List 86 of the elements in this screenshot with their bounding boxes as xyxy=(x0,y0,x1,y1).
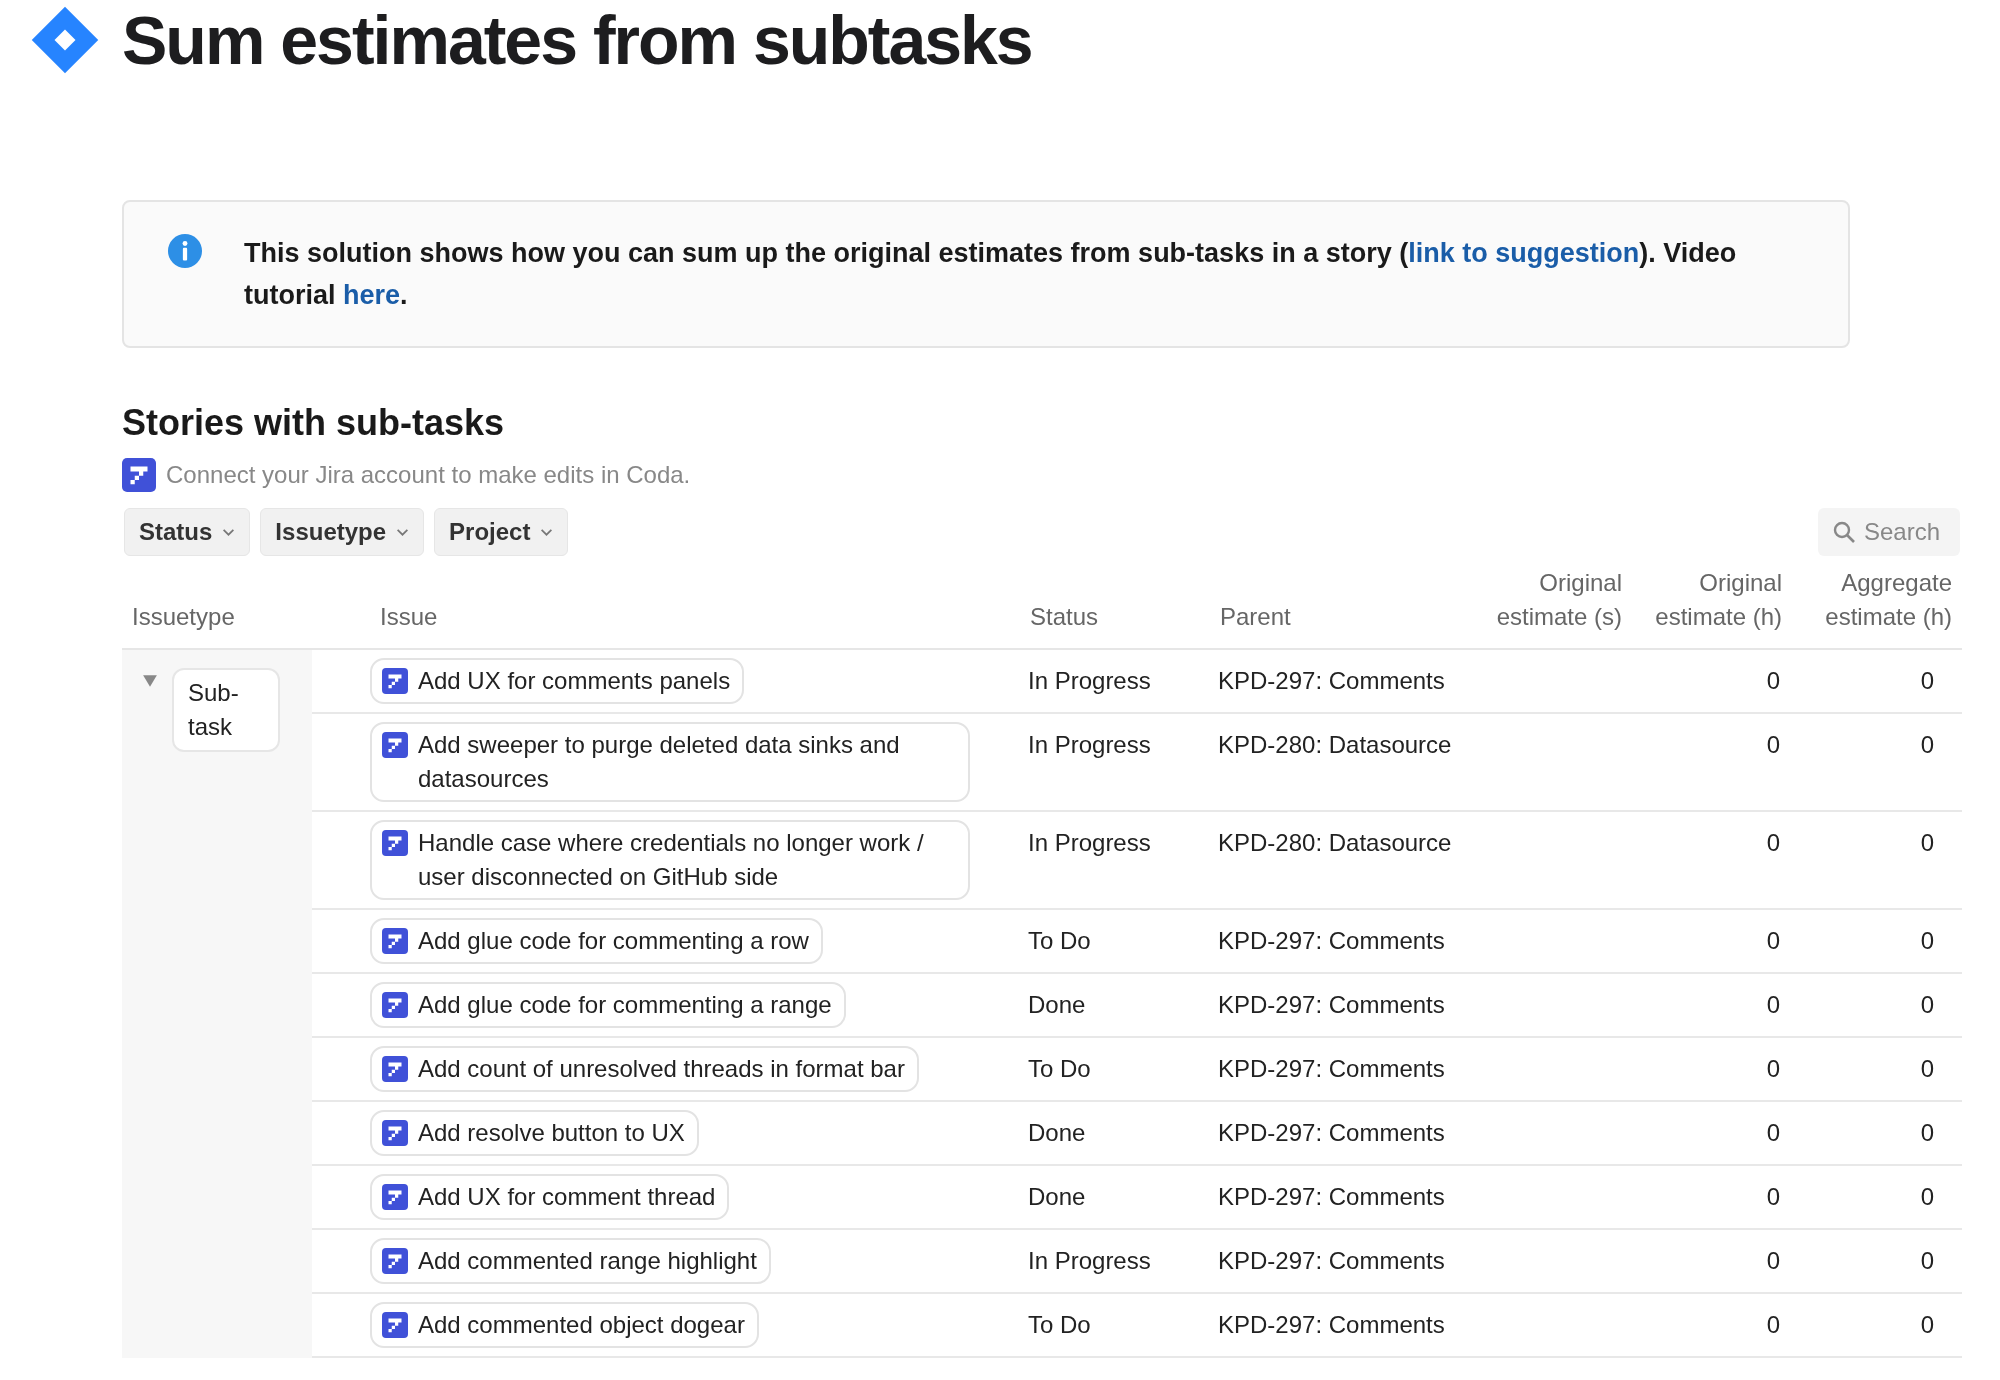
filter-dropdown[interactable]: Status xyxy=(124,508,251,556)
table-cell: 0 xyxy=(1766,1055,1780,1082)
table-cell: KPD-297: Comments xyxy=(1218,991,1445,1018)
table-cell: 0 xyxy=(1766,1183,1780,1210)
table-cell: 0 xyxy=(1920,1119,1934,1146)
info-icon xyxy=(168,234,202,268)
issue-chip[interactable]: Add resolve button to UX xyxy=(370,1110,699,1156)
link[interactable]: here xyxy=(343,280,401,310)
table-cell: 0 xyxy=(1766,927,1780,954)
table-cell: Done xyxy=(1028,991,1086,1018)
chevron-down-icon xyxy=(222,527,236,537)
filter-dropdown[interactable]: Issuetype xyxy=(260,508,425,556)
table-cell: 0 xyxy=(1766,1311,1780,1338)
table-cell: 0 xyxy=(1920,829,1934,856)
column-header: Status xyxy=(1030,603,1099,630)
jira-app-icon xyxy=(122,458,156,492)
column-header: Issue xyxy=(380,603,438,630)
table-cell: In Progress xyxy=(1028,829,1151,856)
table-cell: 0 xyxy=(1766,1247,1780,1274)
table-cell: 0 xyxy=(1766,731,1780,758)
search-icon xyxy=(1832,520,1856,544)
table-cell: In Progress xyxy=(1028,667,1151,694)
issue-chip[interactable]: Add commented range highlight xyxy=(370,1238,771,1284)
issue-chip[interactable]: Add UX for comments panels xyxy=(370,658,745,704)
search-field[interactable]: Search xyxy=(1818,508,1960,556)
table-cell: 0 xyxy=(1920,927,1934,954)
page-title: Sum estimates from subtasks xyxy=(122,1,1032,79)
section-heading: Stories with sub-tasks xyxy=(122,402,506,444)
jira-app-icon xyxy=(382,830,408,856)
table-cell: 0 xyxy=(1920,667,1934,694)
issue-chip[interactable]: Add count of unresolved threads in format bar xyxy=(370,1046,919,1092)
table-cell: To Do xyxy=(1028,1055,1091,1082)
table-cell: 0 xyxy=(1920,1311,1934,1338)
expand-toggle-icon[interactable] xyxy=(142,674,158,688)
table-cell: To Do xyxy=(1028,1311,1091,1338)
table-cell: KPD-297: Comments xyxy=(1218,1183,1445,1210)
table-cell: 0 xyxy=(1920,991,1934,1018)
table-cell: In Progress xyxy=(1028,731,1151,758)
table-cell: 0 xyxy=(1920,1055,1934,1082)
jira-app-icon xyxy=(382,732,408,758)
table-cell: 0 xyxy=(1766,667,1780,694)
chevron-down-icon xyxy=(396,527,410,537)
jira-app-icon xyxy=(382,1056,408,1082)
filter-dropdown[interactable]: Project xyxy=(434,508,569,556)
table-cell: 0 xyxy=(1920,731,1934,758)
column-header: Issuetype xyxy=(132,603,235,630)
table-cell: KPD-297: Comments xyxy=(1218,1247,1445,1274)
table-cell: KPD-297: Comments xyxy=(1218,1119,1445,1146)
column-header: Parent xyxy=(1220,603,1291,630)
table-cell: KPD-297: Comments xyxy=(1218,667,1445,694)
table-cell: 0 xyxy=(1766,991,1780,1018)
diamond-logo-icon xyxy=(30,5,100,75)
jira-app-icon xyxy=(382,928,408,954)
table-cell: KPD-297: Comments xyxy=(1218,1311,1445,1338)
group-label: Sub-task xyxy=(172,668,280,752)
column-header: Aggregate estimate (h) xyxy=(1825,569,1952,630)
table-cell: 0 xyxy=(1766,829,1780,856)
column-header: Original estimate (s) xyxy=(1496,569,1622,630)
issue-chip[interactable]: Add sweeper to purge deleted data sinks and datasources xyxy=(370,722,970,802)
jira-app-icon xyxy=(382,1184,408,1210)
jira-app-icon xyxy=(382,992,408,1018)
table-cell: KPD-280: Datasource xyxy=(1218,731,1452,758)
table-cell: KPD-297: Comments xyxy=(1218,1055,1445,1082)
table-cell: 0 xyxy=(1920,1247,1934,1274)
table-cell: Done xyxy=(1028,1183,1086,1210)
issue-chip[interactable]: Add UX for comment thread xyxy=(370,1174,730,1220)
jira-app-icon xyxy=(382,1312,408,1338)
info-text: This solution shows how you can sum up the original estimates from sub-tasks in a story (link to suggestion). Video tutorial here. xyxy=(244,237,1738,312)
link[interactable]: link to suggestion xyxy=(1408,238,1640,268)
table-cell: To Do xyxy=(1028,927,1091,954)
chevron-down-icon xyxy=(540,527,554,537)
connect-note: Connect your Jira account to make edits in Coda. xyxy=(166,461,691,489)
table-cell: KPD-280: Datasource xyxy=(1218,829,1452,856)
jira-app-icon xyxy=(382,1248,408,1274)
issue-chip[interactable]: Add commented object dogear xyxy=(370,1302,759,1348)
table-cell: Done xyxy=(1028,1119,1086,1146)
table-cell: KPD-297: Comments xyxy=(1218,927,1445,954)
table-cell: 0 xyxy=(1920,1183,1934,1210)
column-header: Original estimate (h) xyxy=(1655,569,1782,630)
issue-chip[interactable]: Add glue code for commenting a range xyxy=(370,982,846,1028)
jira-app-icon xyxy=(382,668,408,694)
jira-app-icon xyxy=(382,1120,408,1146)
issue-chip[interactable]: Handle case where credentials no longer work / user disconnected on GitHub side xyxy=(370,820,970,900)
table-cell: In Progress xyxy=(1028,1247,1151,1274)
table-cell: 0 xyxy=(1766,1119,1780,1146)
issue-chip[interactable]: Add glue code for commenting a row xyxy=(370,918,823,964)
